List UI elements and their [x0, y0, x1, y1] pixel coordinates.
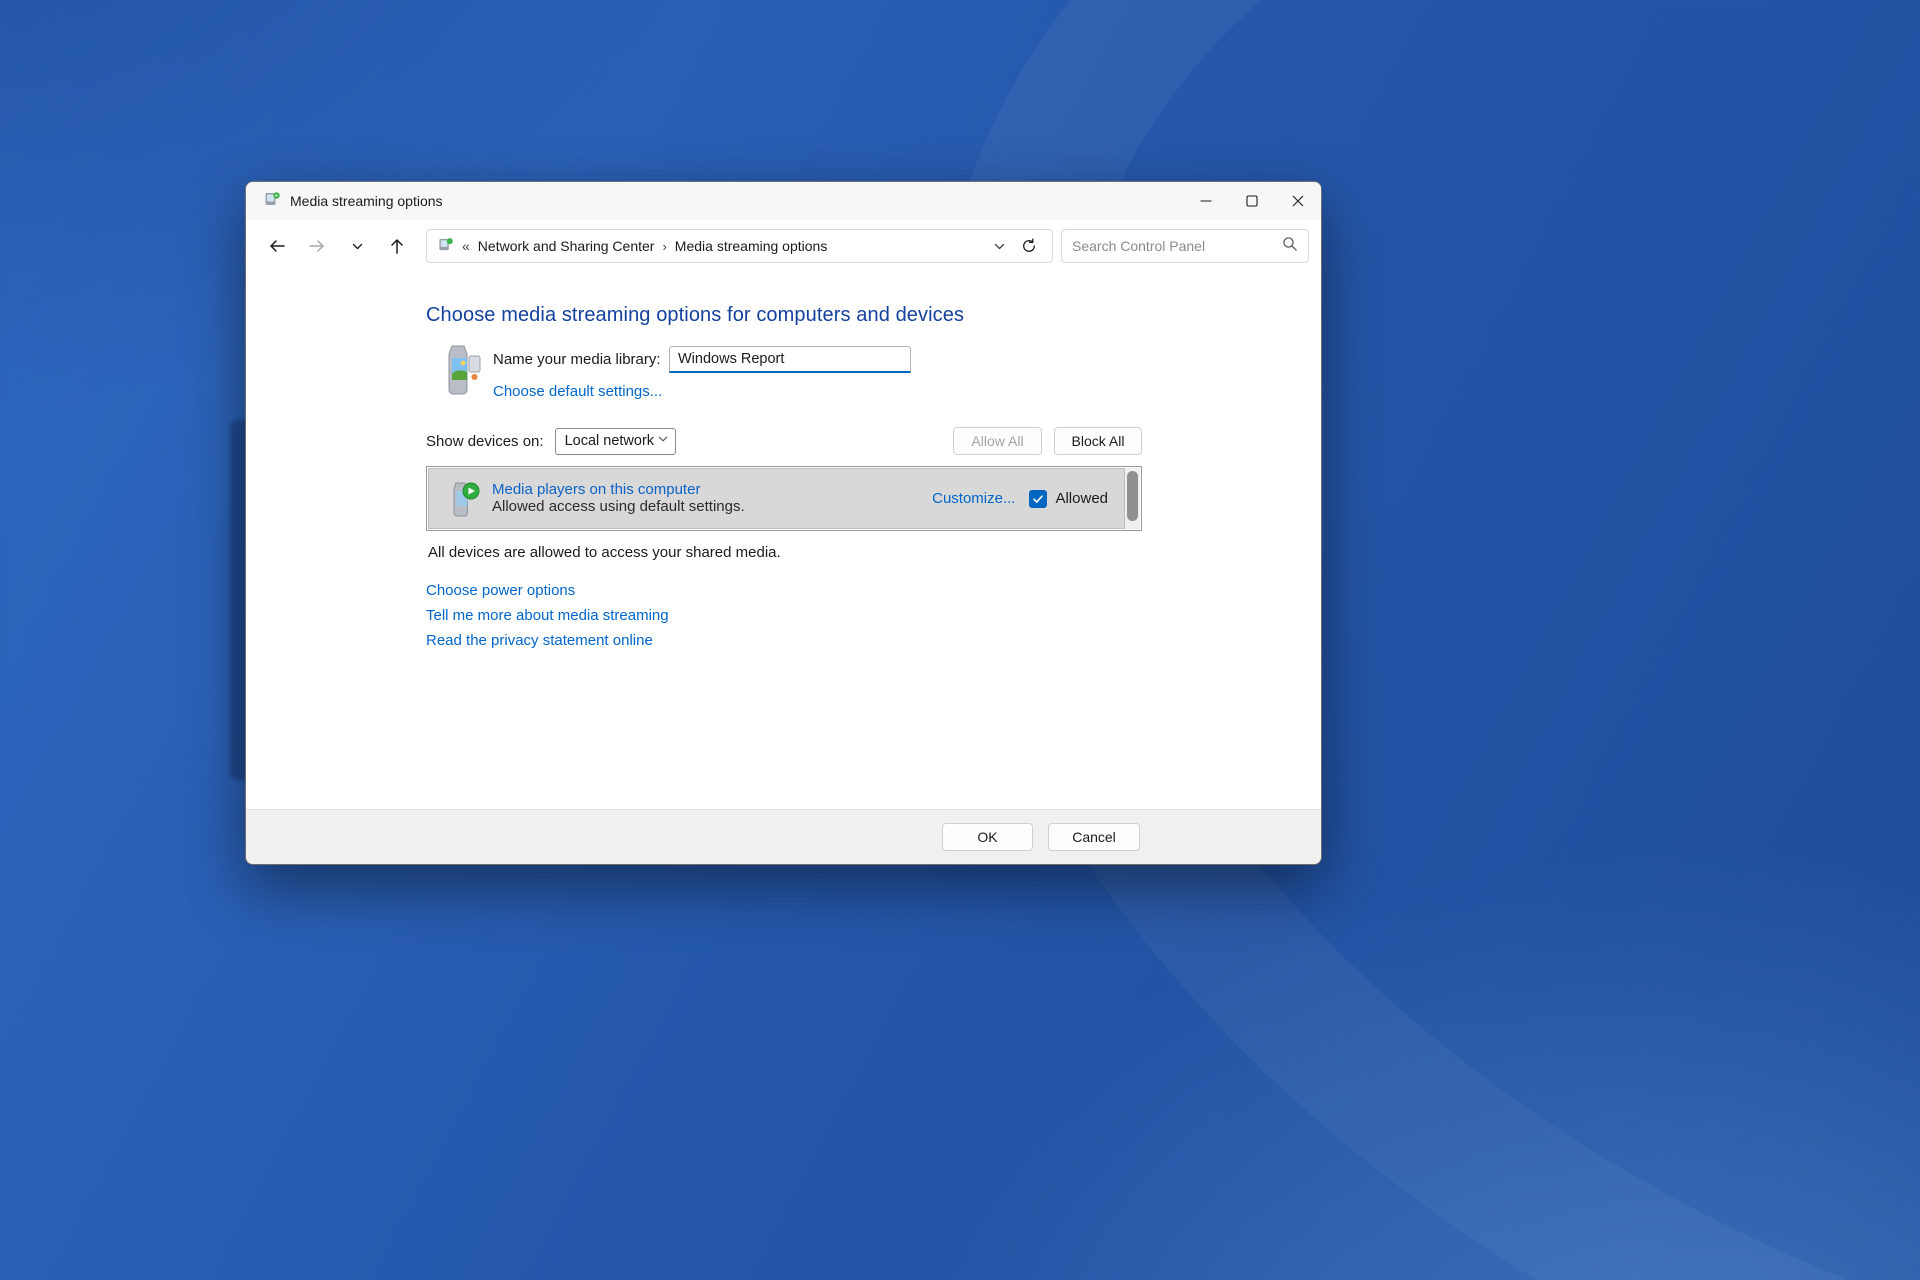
library-name-label: Name your media library:: [493, 351, 661, 368]
allowed-label: Allowed: [1055, 490, 1108, 507]
allow-all-button[interactable]: Allow All: [953, 427, 1042, 455]
allowed-checkbox[interactable]: [1029, 489, 1048, 508]
forward-arrow-icon: [309, 240, 324, 252]
app-icon: [263, 190, 281, 213]
show-devices-selected-value: Local network: [564, 433, 655, 449]
choose-power-options-link[interactable]: Choose power options: [426, 582, 1321, 599]
chevron-down-icon: [657, 433, 669, 449]
all-devices-status-text: All devices are allowed to access your s…: [428, 544, 781, 561]
back-arrow-icon: [270, 240, 285, 252]
page-title: Choose media streaming options for compu…: [426, 304, 965, 326]
choose-default-settings-link[interactable]: Choose default settings...: [493, 383, 662, 400]
forward-button[interactable]: [300, 229, 334, 263]
media-player-icon: [445, 480, 481, 518]
breadcrumb-item-media-streaming-options[interactable]: Media streaming options: [675, 238, 828, 254]
back-button[interactable]: [260, 229, 294, 263]
media-library-section: Name your media library: Choose default …: [438, 344, 1321, 401]
media-streaming-options-window: Media streaming options « Network and Sh…: [245, 181, 1322, 865]
show-devices-dropdown[interactable]: Local network: [554, 427, 676, 455]
block-all-button[interactable]: Block All: [1054, 427, 1142, 455]
refresh-button[interactable]: [1014, 231, 1044, 261]
recent-locations-button[interactable]: [340, 229, 374, 263]
device-row-title-link[interactable]: Media players on this computer: [492, 481, 745, 498]
window-title: Media streaming options: [290, 193, 443, 209]
device-row-texts: Media players on this computer Allowed a…: [492, 481, 745, 516]
titlebar: Media streaming options: [246, 182, 1321, 220]
address-dropdown-button[interactable]: [984, 231, 1014, 261]
customize-link[interactable]: Customize...: [932, 490, 1015, 507]
device-row-subtitle: Allowed access using default settings.: [492, 498, 745, 515]
up-button[interactable]: [380, 229, 414, 263]
show-devices-row: Show devices on: Local network Allow All…: [426, 427, 1142, 455]
search-input[interactable]: [1072, 238, 1282, 254]
breadcrumb-separator: ›: [662, 238, 667, 254]
privacy-statement-link[interactable]: Read the privacy statement online: [426, 632, 1321, 649]
checkmark-icon: [1033, 494, 1044, 503]
show-devices-label: Show devices on:: [426, 432, 544, 450]
media-library-icon: [438, 344, 484, 396]
breadcrumb[interactable]: « Network and Sharing Center › Media str…: [426, 229, 1053, 263]
search-box[interactable]: [1061, 229, 1309, 263]
device-row-media-players[interactable]: Media players on this computer Allowed a…: [428, 468, 1125, 529]
main-content: Choose media streaming options for compu…: [246, 272, 1321, 649]
ok-button[interactable]: OK: [942, 823, 1033, 851]
library-name-input[interactable]: [669, 346, 911, 373]
dialog-footer: OK Cancel: [246, 809, 1321, 864]
search-icon[interactable]: [1282, 236, 1298, 257]
minimize-button[interactable]: [1183, 182, 1229, 220]
breadcrumb-overflow-chevrons[interactable]: «: [462, 238, 470, 254]
media-streaming-info-link[interactable]: Tell me more about media streaming: [426, 607, 1321, 624]
maximize-button[interactable]: [1229, 182, 1275, 220]
related-links: Choose power options Tell me more about …: [426, 582, 1321, 649]
list-scrollbar[interactable]: [1125, 468, 1140, 529]
navigation-toolbar: « Network and Sharing Center › Media str…: [246, 220, 1321, 272]
chevron-down-icon: [352, 243, 362, 249]
scrollbar-thumb[interactable]: [1127, 471, 1138, 521]
close-button[interactable]: [1275, 182, 1321, 220]
breadcrumb-item-network-sharing-center[interactable]: Network and Sharing Center: [478, 238, 655, 254]
devices-list: Media players on this computer Allowed a…: [426, 466, 1142, 531]
cancel-button[interactable]: Cancel: [1048, 823, 1140, 851]
chevron-down-icon: [994, 243, 1004, 249]
breadcrumb-location-icon: [437, 236, 454, 256]
up-arrow-icon: [391, 239, 403, 254]
refresh-icon: [1023, 238, 1035, 252]
allowed-control: Allowed: [1029, 489, 1108, 508]
